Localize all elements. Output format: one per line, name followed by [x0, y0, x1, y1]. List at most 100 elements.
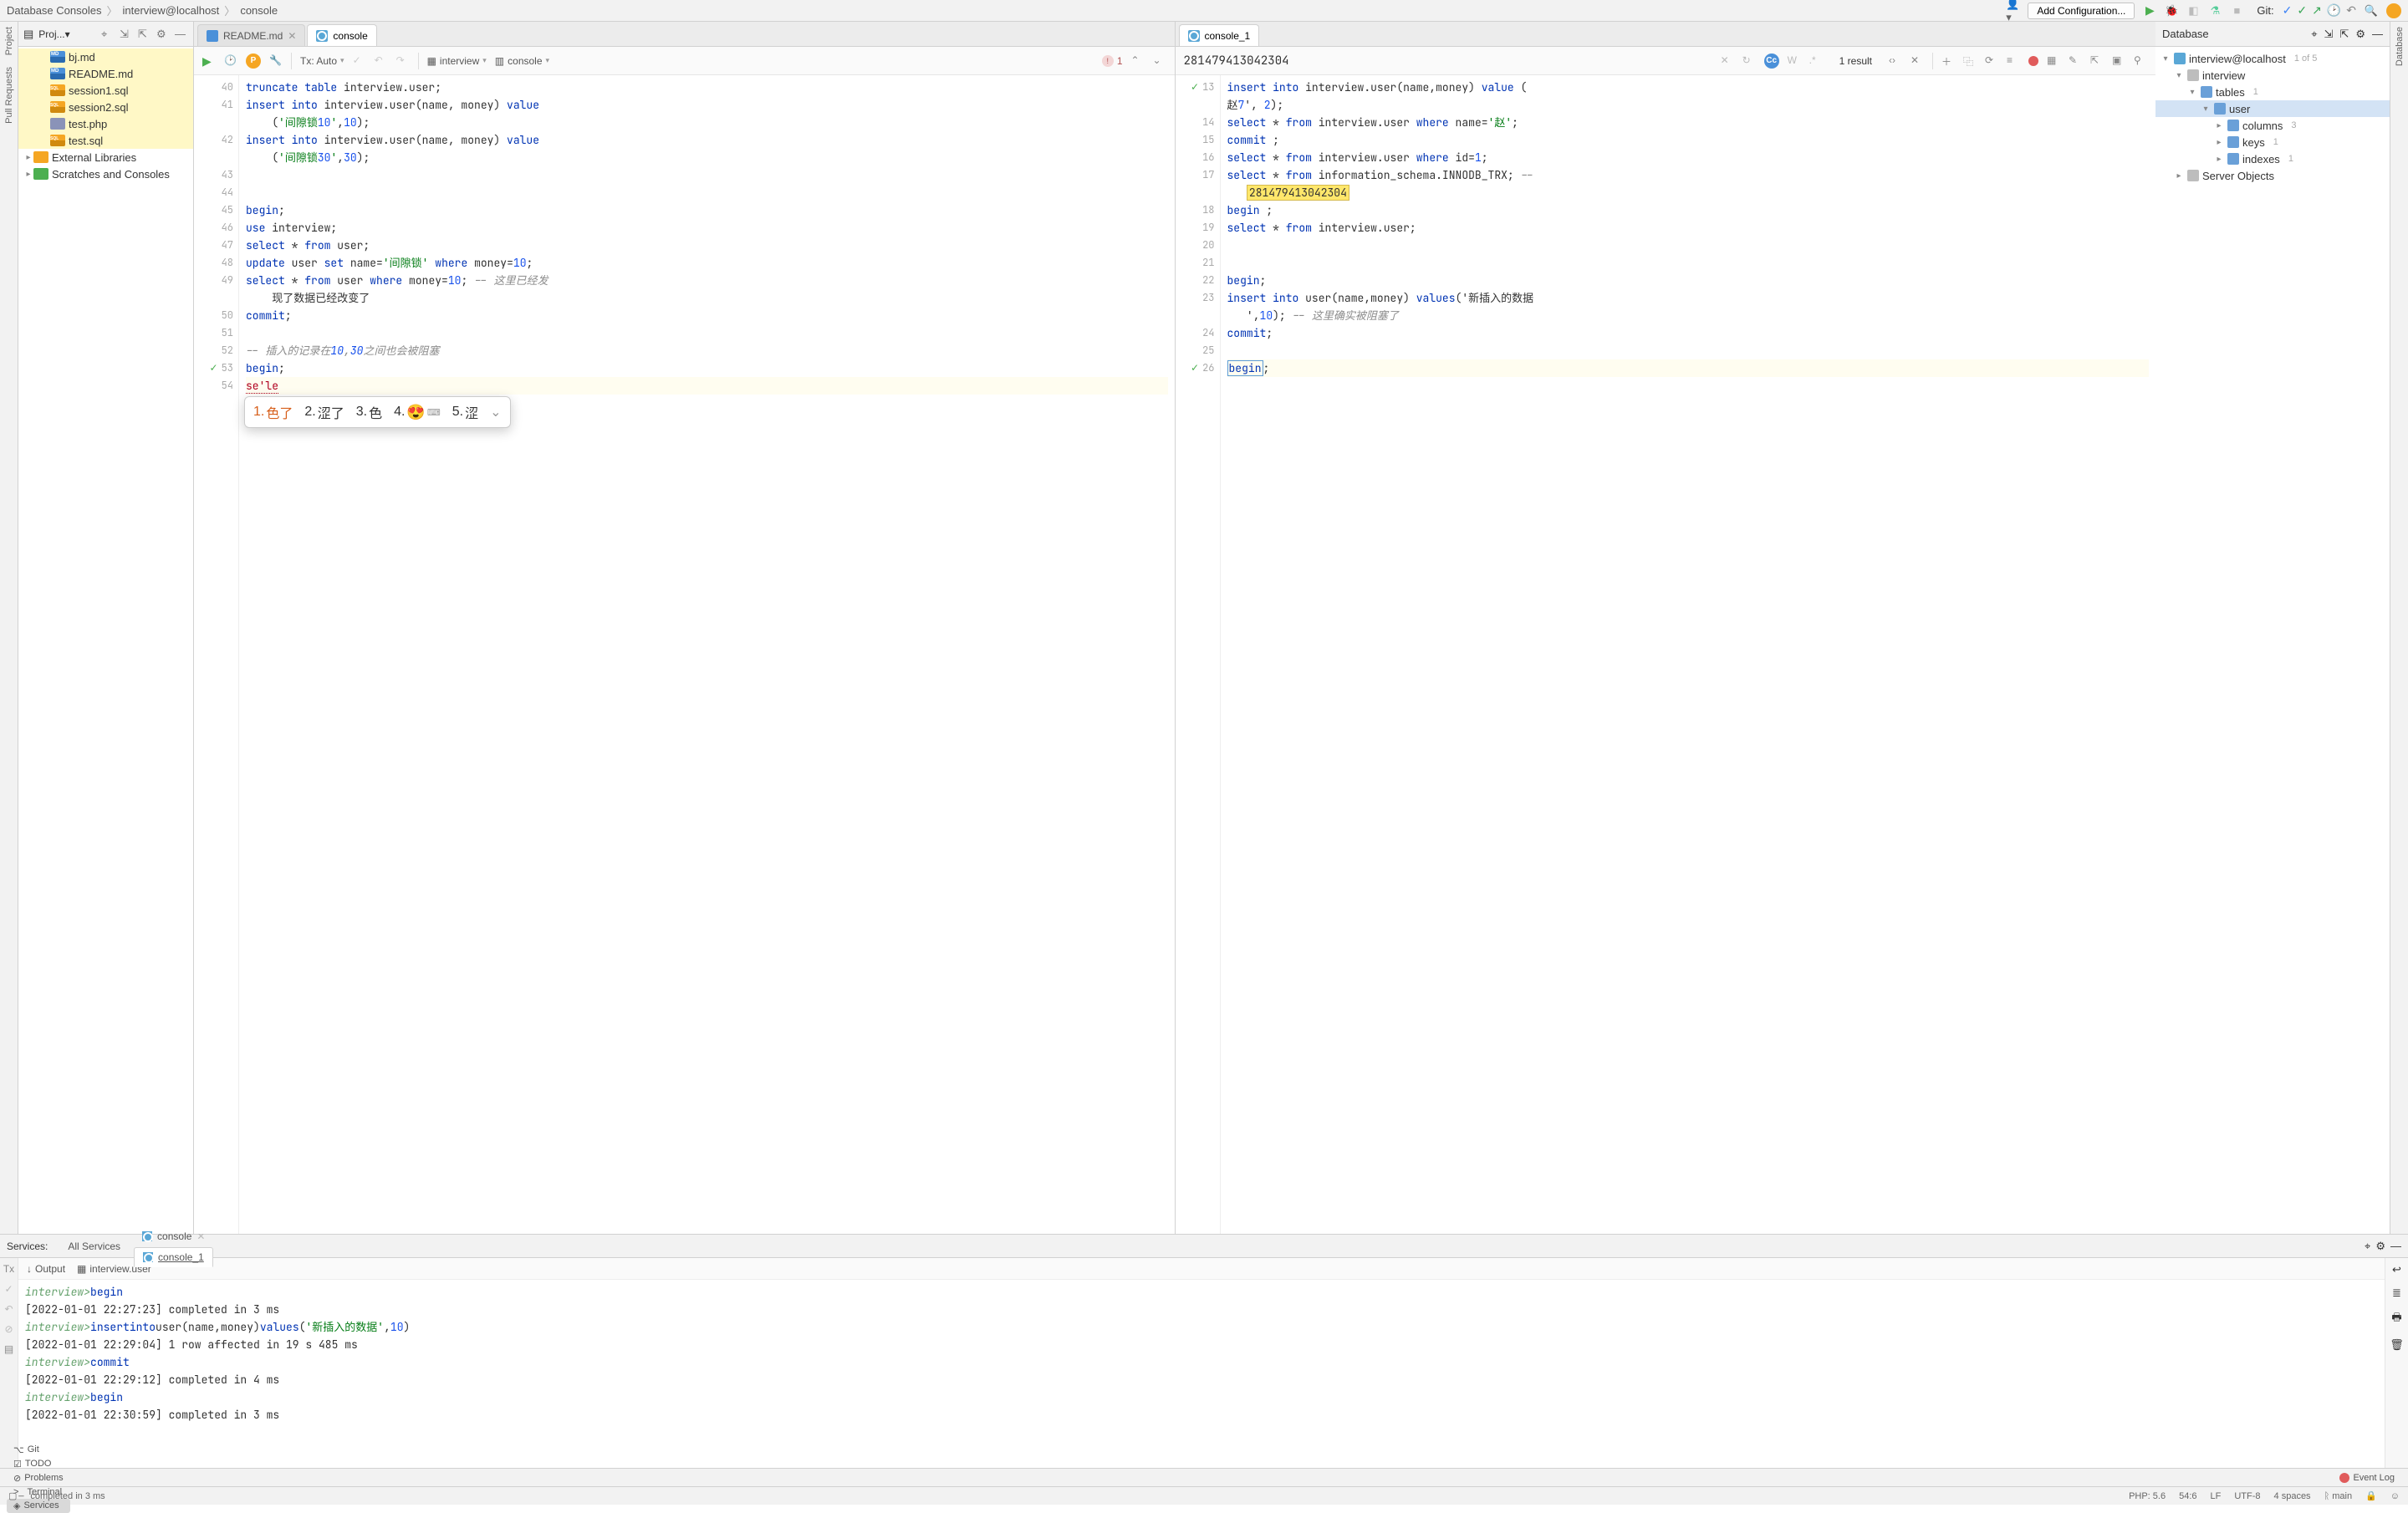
next-error-icon[interactable]: ⌄ [1153, 54, 1166, 68]
cancel-icon[interactable]: ⊘ [4, 1323, 13, 1335]
git-update-icon[interactable]: ✓ [2283, 3, 2293, 18]
console-output[interactable]: interview> begin[2022-01-01 22:27:23] co… [18, 1280, 2385, 1468]
tx-icon[interactable]: Tx [3, 1263, 14, 1275]
copy-icon[interactable]: ⿻ [1963, 54, 1977, 68]
close-icon[interactable]: ✕ [288, 30, 296, 42]
close-result-icon[interactable]: ✕ [1721, 54, 1734, 68]
tool-database-tab[interactable]: Database [2395, 27, 2405, 66]
schema-dropdown[interactable]: ▥ console▾ [495, 55, 549, 67]
view-icon[interactable]: ▣ [2112, 54, 2125, 68]
db-keys-node[interactable]: ▸keys1 [2155, 134, 2390, 150]
project-file-README.md[interactable]: README.md [18, 65, 193, 82]
ime-candidate-2[interactable]: 2.涩了 [304, 402, 344, 422]
git-push-icon[interactable]: ↗ [2312, 3, 2322, 18]
indent[interactable]: 4 spaces [2274, 1491, 2311, 1501]
rollback-icon[interactable]: ↶ [4, 1303, 13, 1315]
db-schema-node[interactable]: ▾interview [2155, 67, 2390, 84]
tab-console[interactable]: console [307, 24, 376, 46]
db-columns-node[interactable]: ▸columns3 [2155, 117, 2390, 134]
bottom-tab-problems[interactable]: ⊘Problems [7, 1471, 70, 1485]
bottom-tab-git[interactable]: ⌥Git [7, 1443, 70, 1457]
add-configuration-button[interactable]: Add Configuration... [2028, 3, 2135, 19]
edit-icon[interactable]: ✎ [2069, 54, 2082, 68]
project-file-test.sql[interactable]: test.sql [18, 132, 193, 149]
datasource-dropdown[interactable]: ▦ interview▾ [427, 55, 487, 67]
grid-icon[interactable]: ▦ [2047, 54, 2060, 68]
nav-prev-icon[interactable]: ‹› [1889, 54, 1902, 68]
db-indexes-node[interactable]: ▸indexes1 [2155, 150, 2390, 167]
ime-candidate-popup[interactable]: 1.色了2.涩了3.色4.😍⌨5.涩⌄ [244, 396, 511, 428]
code-editor-left[interactable]: 40414243444546474849505152✓5354 truncate… [194, 75, 1175, 1234]
commit-icon[interactable]: ✓ [353, 54, 366, 68]
execute-icon[interactable]: ▶ [202, 54, 216, 68]
db-server-objects-node[interactable]: ▸Server Objects [2155, 167, 2390, 184]
ime-candidate-3[interactable]: 3.色 [356, 402, 382, 422]
status-icon[interactable]: ▢ [8, 1490, 17, 1501]
gear-icon[interactable]: ⚙ [2355, 28, 2365, 41]
case-toggle[interactable]: Cc [1764, 53, 1779, 69]
bottom-tab-todo[interactable]: ☑TODO [7, 1457, 70, 1471]
target-icon[interactable]: ⌖ [2365, 1240, 2370, 1253]
tool-project-tab[interactable]: Project [4, 27, 14, 55]
close-icon[interactable]: ✕ [1911, 54, 1924, 68]
crumb-datasource[interactable]: interview@localhost [122, 4, 219, 17]
error-indicator[interactable]: !1 [1102, 55, 1123, 67]
project-file-test.php[interactable]: test.php [18, 115, 193, 132]
git-commit-icon[interactable]: ✓ [2297, 3, 2307, 18]
tab-README.md[interactable]: README.md✕ [197, 24, 305, 46]
tab-console_1[interactable]: console_1 [1179, 24, 1260, 46]
reload-icon[interactable]: ⟳ [1985, 54, 1998, 68]
crumb-console[interactable]: console [240, 4, 278, 17]
crumb-db-consoles[interactable]: Database Consoles [7, 4, 101, 17]
add-icon[interactable]: ＋ [1941, 54, 1955, 68]
git-rollback-icon[interactable]: ↶ [2346, 3, 2356, 18]
code-editor-right[interactable]: ✓13141516171819202122232425✓26 insert in… [1176, 75, 2156, 1234]
layout-icon[interactable]: ▤ [4, 1343, 13, 1355]
run-icon[interactable]: ▶ [2143, 4, 2156, 18]
external-libraries-node[interactable]: ▸External Libraries [18, 149, 193, 166]
db-table-user[interactable]: ▾user [2155, 100, 2390, 117]
project-select-icon[interactable]: ▤ [23, 28, 33, 41]
hide-icon[interactable]: — [175, 28, 188, 41]
coverage-icon[interactable]: ◧ [2186, 4, 2200, 18]
wrench-icon[interactable]: 🔧 [269, 54, 283, 68]
lock-icon[interactable]: 🔒 [2365, 1490, 2377, 1501]
git-history-icon[interactable]: 🕑 [2327, 3, 2341, 18]
search-icon[interactable]: 🔍 [2365, 4, 2378, 18]
export-icon[interactable]: ⇱ [2090, 54, 2104, 68]
caret-position[interactable]: 54:6 [2179, 1491, 2196, 1501]
expand-all-icon[interactable]: ⇲ [2324, 28, 2334, 41]
filter-icon[interactable]: ⚲ [2134, 54, 2147, 68]
tx-mode-dropdown[interactable]: Tx: Auto▾ [300, 55, 344, 67]
target-icon[interactable]: ⌖ [2311, 28, 2317, 41]
word-toggle[interactable]: W [1788, 54, 1801, 68]
history-icon[interactable]: 🕑 [224, 54, 237, 68]
tool-pull-requests-tab[interactable]: Pull Requests [4, 67, 14, 124]
db-tables-node[interactable]: ▾tables1 [2155, 84, 2390, 100]
locate-icon[interactable]: ⌖ [101, 28, 115, 41]
db-datasource-node[interactable]: ▾interview@localhost1 of 5 [2155, 50, 2390, 67]
print-icon[interactable]: 🖶 [2391, 1310, 2401, 1328]
stop-icon[interactable]: ■ [2230, 4, 2243, 18]
profile-icon[interactable]: ⚗ [2208, 4, 2222, 18]
git-branch[interactable]: ᚱ main [2324, 1491, 2353, 1501]
collapse-all-icon[interactable]: ⇱ [2339, 28, 2349, 41]
avatar[interactable] [2386, 3, 2401, 18]
rollback-icon[interactable]: ↶ [375, 54, 388, 68]
line-sep[interactable]: LF [2211, 1491, 2222, 1501]
collapse-icon[interactable]: ⇱ [138, 28, 151, 41]
gear-icon[interactable]: ⚙ [156, 28, 170, 41]
rollback2-icon[interactable]: ↷ [396, 54, 410, 68]
soft-wrap-icon[interactable]: ↩ [2392, 1263, 2401, 1276]
hide-icon[interactable]: — [2390, 1240, 2401, 1252]
event-log-button[interactable]: Event Log [2333, 1471, 2401, 1485]
user-icon[interactable]: 👤▾ [2006, 4, 2019, 18]
pending-icon[interactable]: P [246, 53, 261, 69]
project-file-bj.md[interactable]: bj.md [18, 48, 193, 65]
encoding[interactable]: UTF-8 [2234, 1491, 2260, 1501]
hide-icon[interactable]: — [2372, 28, 2383, 40]
project-file-session2.sql[interactable]: session2.sql [18, 99, 193, 115]
debug-icon[interactable]: 🐞 [2165, 4, 2178, 18]
project-title[interactable]: Proj...▾ [38, 28, 96, 40]
regex-toggle[interactable]: .* [1809, 54, 1823, 68]
